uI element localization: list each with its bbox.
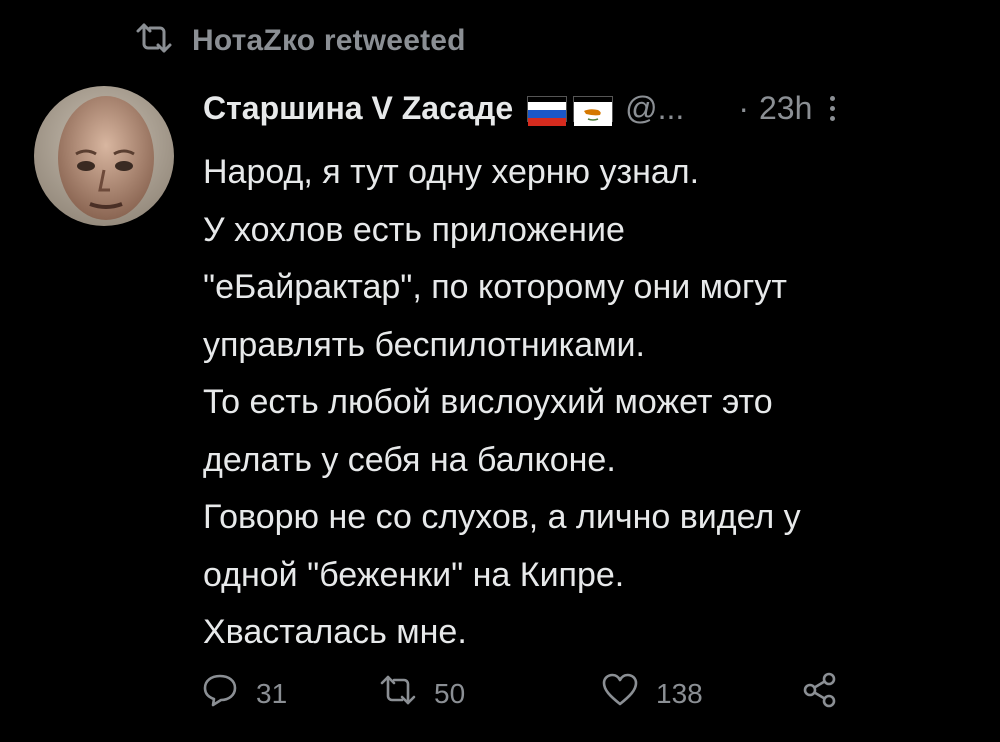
retweet-action-icon xyxy=(378,670,418,717)
share-icon xyxy=(800,670,840,717)
avatar[interactable] xyxy=(34,86,174,226)
more-options-icon[interactable] xyxy=(830,96,836,121)
tweet-line: Говорю не со слухов, а лично видел у xyxy=(203,498,801,536)
author-handle[interactable]: @... xyxy=(625,90,684,127)
reply-count: 31 xyxy=(256,677,288,709)
tweet-line: Народ, я тут одну херню узнал. xyxy=(203,153,700,191)
like-count: 138 xyxy=(656,677,703,709)
like-button[interactable]: 138 xyxy=(600,670,800,717)
retweet-header: НотаZко retweeted xyxy=(134,22,466,59)
reply-button[interactable]: 31 xyxy=(200,670,378,717)
russia-flag-icon xyxy=(527,95,568,126)
tweet-line: одной "беженки" на Кипре. xyxy=(203,555,625,594)
tweet-line: То есть любой вислоухий может это xyxy=(203,383,773,421)
retweet-count: 50 xyxy=(434,677,466,709)
retweet-text[interactable]: НотаZко retweeted xyxy=(192,24,466,58)
tweet-line: делать у себя на балконе. xyxy=(203,440,616,479)
tweet-text: Народ, я тут одну херню узнал. У хохлов … xyxy=(203,144,963,662)
tweet-line: У хохлов есть приложение xyxy=(203,210,625,249)
tweet-header: Старшина V Zасаде @... · 23h xyxy=(203,90,970,127)
reply-icon xyxy=(200,670,240,717)
heart-icon xyxy=(600,670,640,717)
tweet-line: управлять беспилотниками. xyxy=(203,325,645,364)
cyprus-flag-icon xyxy=(573,95,614,126)
retweet-button[interactable]: 50 xyxy=(378,670,600,717)
tweet-time[interactable]: 23h xyxy=(759,90,812,127)
separator-dot: · xyxy=(738,90,749,126)
tweet-line: Хвасталась мне. xyxy=(203,613,467,651)
share-button[interactable] xyxy=(800,670,840,717)
tweet-actions: 31 50 138 xyxy=(200,670,840,717)
retweet-icon xyxy=(134,22,174,59)
tweet-line: "еБайрактар", по которому они могут xyxy=(203,268,787,306)
author-name[interactable]: Старшина V Zасаде xyxy=(203,90,513,127)
